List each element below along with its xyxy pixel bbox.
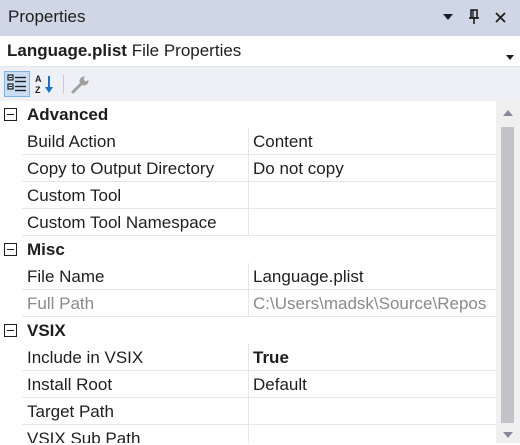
category-label: Misc bbox=[27, 240, 65, 259]
property-value[interactable]: Language.plist bbox=[249, 263, 496, 290]
property-row-copy-to-output[interactable]: Copy to Output Directory Do not copy bbox=[0, 155, 496, 182]
object-type-label: File Properties bbox=[131, 41, 242, 60]
properties-toolbar: A Z bbox=[0, 67, 520, 101]
property-name: Full Path bbox=[27, 294, 95, 313]
scroll-up-icon[interactable] bbox=[496, 103, 520, 123]
alphabetical-sort-icon[interactable]: A Z bbox=[32, 71, 58, 97]
collapse-icon[interactable] bbox=[4, 324, 17, 337]
property-row-install-root[interactable]: Install Root Default bbox=[0, 371, 496, 398]
property-value[interactable]: Do not copy bbox=[249, 155, 496, 182]
close-icon[interactable] bbox=[490, 6, 510, 28]
collapse-icon[interactable] bbox=[4, 243, 17, 256]
property-name: VSIX Sub Path bbox=[27, 429, 141, 443]
object-selector-label: Language.plist File Properties bbox=[7, 41, 241, 61]
property-row-custom-tool[interactable]: Custom Tool bbox=[0, 182, 496, 209]
pin-icon[interactable] bbox=[464, 6, 484, 28]
property-grid: Advanced Build Action Content Copy to Ou… bbox=[0, 101, 496, 443]
property-name: File Name bbox=[27, 267, 105, 286]
property-name: Custom Tool bbox=[27, 186, 122, 205]
scroll-down-icon[interactable] bbox=[496, 425, 520, 445]
category-vsix[interactable]: VSIX bbox=[0, 317, 496, 344]
collapse-icon[interactable] bbox=[4, 108, 17, 121]
property-value[interactable] bbox=[249, 209, 496, 236]
property-row-custom-tool-namespace[interactable]: Custom Tool Namespace bbox=[0, 209, 496, 236]
property-value[interactable]: Content bbox=[249, 128, 496, 155]
chevron-down-icon[interactable] bbox=[506, 45, 514, 65]
vertical-scrollbar[interactable] bbox=[496, 101, 520, 443]
property-value[interactable] bbox=[249, 425, 496, 443]
categorized-icon[interactable] bbox=[4, 71, 30, 97]
property-value[interactable]: True bbox=[249, 344, 496, 371]
property-value[interactable]: C:\Users\madsk\Source\Repos bbox=[249, 290, 496, 317]
property-row-include-in-vsix[interactable]: Include in VSIX True bbox=[0, 344, 496, 371]
property-name: Target Path bbox=[27, 402, 114, 421]
property-value[interactable] bbox=[249, 182, 496, 209]
property-name: Install Root bbox=[27, 375, 113, 394]
property-value[interactable] bbox=[249, 398, 496, 425]
property-value[interactable]: Default bbox=[249, 371, 496, 398]
property-name: Build Action bbox=[27, 132, 116, 151]
window-title: Properties bbox=[8, 7, 86, 26]
category-label: VSIX bbox=[27, 321, 66, 340]
property-row-vsix-sub-path[interactable]: VSIX Sub Path bbox=[0, 425, 496, 443]
wrench-icon[interactable] bbox=[67, 71, 93, 97]
property-name: Include in VSIX bbox=[27, 348, 144, 367]
object-selector-dropdown[interactable]: Language.plist File Properties bbox=[0, 36, 520, 67]
properties-title-bar: Properties bbox=[0, 0, 520, 36]
svg-text:A: A bbox=[35, 74, 42, 84]
toolbar-separator bbox=[63, 75, 64, 94]
category-advanced[interactable]: Advanced bbox=[0, 101, 496, 128]
property-row-full-path[interactable]: Full Path C:\Users\madsk\Source\Repos bbox=[0, 290, 496, 317]
property-row-target-path[interactable]: Target Path bbox=[0, 398, 496, 425]
category-label: Advanced bbox=[27, 105, 109, 124]
property-row-file-name[interactable]: File Name Language.plist bbox=[0, 263, 496, 290]
property-name: Copy to Output Directory bbox=[27, 159, 215, 178]
property-row-build-action[interactable]: Build Action Content bbox=[0, 128, 496, 155]
scrollbar-thumb[interactable] bbox=[501, 127, 514, 423]
object-file-name: Language.plist bbox=[7, 41, 127, 60]
property-name: Custom Tool Namespace bbox=[27, 213, 217, 232]
category-misc[interactable]: Misc bbox=[0, 236, 496, 263]
svg-text:Z: Z bbox=[35, 85, 41, 95]
dropdown-arrow-icon[interactable] bbox=[438, 6, 458, 28]
